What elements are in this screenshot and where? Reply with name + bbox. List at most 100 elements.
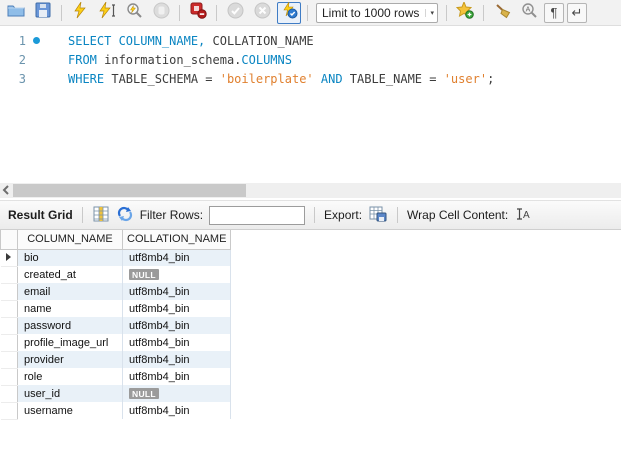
magnifier-lightning-icon xyxy=(126,2,143,24)
cell-collation[interactable]: utf8mb4_bin xyxy=(122,334,232,351)
cell-collation[interactable]: NULL xyxy=(122,385,232,402)
table-row[interactable]: user_id NULL xyxy=(0,385,232,403)
commit-button xyxy=(223,2,247,24)
toolbar-separator xyxy=(216,4,217,21)
filter-rows-input[interactable] xyxy=(209,205,306,225)
table-row[interactable]: password utf8mb4_bin xyxy=(0,317,232,335)
code-line: WHERE TABLE_SCHEMA = 'boilerplate' AND T… xyxy=(46,72,494,86)
refresh-button[interactable] xyxy=(116,205,134,226)
stop-on-error-toggle[interactable] xyxy=(186,2,210,24)
wrap-toggle[interactable]: ↵ xyxy=(567,2,587,23)
sql-token: 'boilerplate' xyxy=(219,71,314,86)
line-number: 3 xyxy=(18,71,26,86)
cell-collation[interactable]: NULL xyxy=(122,266,232,283)
line-number: 1 xyxy=(18,33,26,48)
autocommit-icon xyxy=(281,1,298,24)
limit-dropdown[interactable]: Limit to 1000 rows ▾ xyxy=(316,2,438,23)
cell-collation[interactable]: utf8mb4_bin xyxy=(122,300,232,317)
wrap-cell-content-toggle[interactable]: A xyxy=(514,206,532,225)
row-marker xyxy=(0,317,18,335)
find-button[interactable]: A xyxy=(517,2,541,24)
stop-on-error-icon xyxy=(190,2,207,24)
rollback-button xyxy=(250,2,274,24)
autocommit-toggle[interactable] xyxy=(277,1,301,24)
cell-column-name[interactable]: profile_image_url xyxy=(17,334,123,351)
cell-collation[interactable]: utf8mb4_bin xyxy=(122,368,232,385)
code-line: FROM information_schema.COLUMNS xyxy=(46,53,292,67)
toolbar-separator xyxy=(446,4,447,21)
row-marker xyxy=(0,283,18,301)
table-row[interactable]: created_at NULL xyxy=(0,266,232,284)
invisibles-toggle[interactable]: ¶ xyxy=(544,2,564,23)
table-row[interactable]: name utf8mb4_bin xyxy=(0,300,232,318)
svg-text:A: A xyxy=(523,210,530,221)
sql-token: WHERE xyxy=(68,71,105,86)
table-row[interactable]: role utf8mb4_bin xyxy=(0,368,232,386)
pilcrow-icon: ¶ xyxy=(550,5,558,20)
floppy-icon xyxy=(35,2,51,23)
table-row[interactable]: provider utf8mb4_bin xyxy=(0,351,232,369)
cell-column-name[interactable]: provider xyxy=(17,351,123,368)
current-row-marker xyxy=(0,249,18,267)
cell-column-name[interactable]: user_id xyxy=(17,385,123,402)
toolbar-separator xyxy=(314,207,316,223)
open-script-button[interactable] xyxy=(4,2,28,24)
sql-token: 'user' xyxy=(443,71,488,86)
result-grid-toolbar: Result Grid Filter Rows: Export: Wrap Ce… xyxy=(0,200,621,230)
export-grid-save-icon xyxy=(369,206,387,225)
row-marker xyxy=(0,334,18,352)
toolbar-separator xyxy=(61,4,62,21)
table-row[interactable]: username utf8mb4_bin xyxy=(0,402,232,420)
column-header-collation-name[interactable]: COLLATION_NAME xyxy=(121,230,232,250)
horizontal-scrollbar[interactable] xyxy=(0,183,621,198)
sql-token: COLUMNS xyxy=(241,52,292,67)
refresh-icon xyxy=(117,206,133,225)
sql-editor[interactable]: 1 SELECT COLUMN_NAME, COLLATION_NAME 2 F… xyxy=(0,26,621,183)
row-marker xyxy=(0,266,18,284)
line-number: 2 xyxy=(18,52,26,67)
row-marker xyxy=(0,351,18,369)
toolbar-separator xyxy=(179,4,180,21)
cell-column-name[interactable]: role xyxy=(17,368,123,385)
execute-button[interactable] xyxy=(68,1,92,24)
add-snippet-button[interactable] xyxy=(453,0,477,24)
execute-current-button[interactable] xyxy=(95,1,119,24)
editor-line: 1 SELECT COLUMN_NAME, COLLATION_NAME xyxy=(0,31,621,50)
grid-icon xyxy=(93,206,109,225)
cell-collation[interactable]: utf8mb4_bin xyxy=(122,317,232,334)
cell-collation[interactable]: utf8mb4_bin xyxy=(122,283,232,300)
wrap-cell-content-label: Wrap Cell Content: xyxy=(407,208,509,222)
cell-column-name[interactable]: password xyxy=(17,317,123,334)
table-row[interactable]: profile_image_url utf8mb4_bin xyxy=(0,334,232,352)
scroll-left-button[interactable] xyxy=(0,183,12,198)
cell-column-name[interactable]: name xyxy=(17,300,123,317)
table-row[interactable]: email utf8mb4_bin xyxy=(0,283,232,301)
statement-dot-icon xyxy=(32,37,40,44)
save-button[interactable] xyxy=(31,2,55,24)
export-label: Export: xyxy=(324,208,363,222)
code-line: SELECT COLUMN_NAME, COLLATION_NAME xyxy=(46,34,314,48)
export-button[interactable] xyxy=(368,205,388,226)
cell-column-name[interactable]: created_at xyxy=(17,266,123,283)
cell-column-name[interactable]: email xyxy=(17,283,123,300)
sql-token: TABLE_NAME = xyxy=(342,71,444,86)
grid-view-button[interactable] xyxy=(92,205,110,226)
x-circle-icon xyxy=(254,2,271,24)
null-badge: NULL xyxy=(129,387,159,399)
cell-column-name[interactable]: bio xyxy=(17,249,123,266)
column-header-column-name[interactable]: COLUMN_NAME xyxy=(17,230,123,250)
filter-rows-label: Filter Rows: xyxy=(139,208,204,222)
explain-plan-button[interactable] xyxy=(122,2,146,24)
row-marker xyxy=(0,402,18,420)
table-row[interactable]: bio utf8mb4_bin xyxy=(0,249,232,267)
table-header-row: COLUMN_NAME COLLATION_NAME xyxy=(0,230,232,250)
beautify-button[interactable] xyxy=(490,2,514,24)
cell-collation[interactable]: utf8mb4_bin xyxy=(122,249,232,266)
cell-column-name[interactable]: username xyxy=(17,402,123,419)
star-plus-icon xyxy=(455,0,474,24)
scrollbar-thumb[interactable] xyxy=(13,184,246,197)
cell-collation[interactable]: utf8mb4_bin xyxy=(122,351,232,368)
row-marker xyxy=(0,385,18,403)
toolbar-separator xyxy=(81,207,83,223)
cell-collation[interactable]: utf8mb4_bin xyxy=(122,402,232,419)
